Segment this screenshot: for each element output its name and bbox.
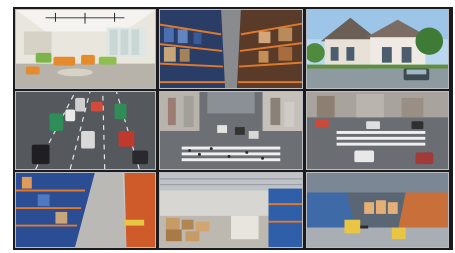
warehouse-rack-aisle-icon (160, 10, 302, 88)
cctv-grid (13, 7, 453, 250)
camera-tile-city-intersection[interactable] (159, 91, 303, 170)
city-intersection-crosswalk-icon (160, 92, 302, 169)
camera-tile-office-lounge[interactable] (15, 9, 156, 89)
camera-tile-urban-road[interactable] (306, 91, 449, 170)
warehouse-boxes-hall-icon (160, 173, 302, 247)
camera-tile-warehouse-forklift[interactable] (306, 172, 449, 248)
warehouse-forklift-icon (307, 173, 448, 247)
camera-tile-house-exterior[interactable] (306, 9, 449, 89)
camera-tile-warehouse-shelving[interactable] (15, 172, 156, 248)
warehouse-shelving-blue-icon (16, 173, 155, 247)
house-exterior-with-car-icon (307, 10, 448, 88)
urban-road-crossing-icon (307, 92, 448, 169)
camera-tile-highway[interactable] (15, 91, 156, 170)
modern-office-lounge-icon (16, 10, 155, 88)
camera-tile-warehouse-hall[interactable] (159, 172, 303, 248)
highway-traffic-icon (16, 92, 155, 169)
camera-tile-warehouse-aisle[interactable] (159, 9, 303, 89)
